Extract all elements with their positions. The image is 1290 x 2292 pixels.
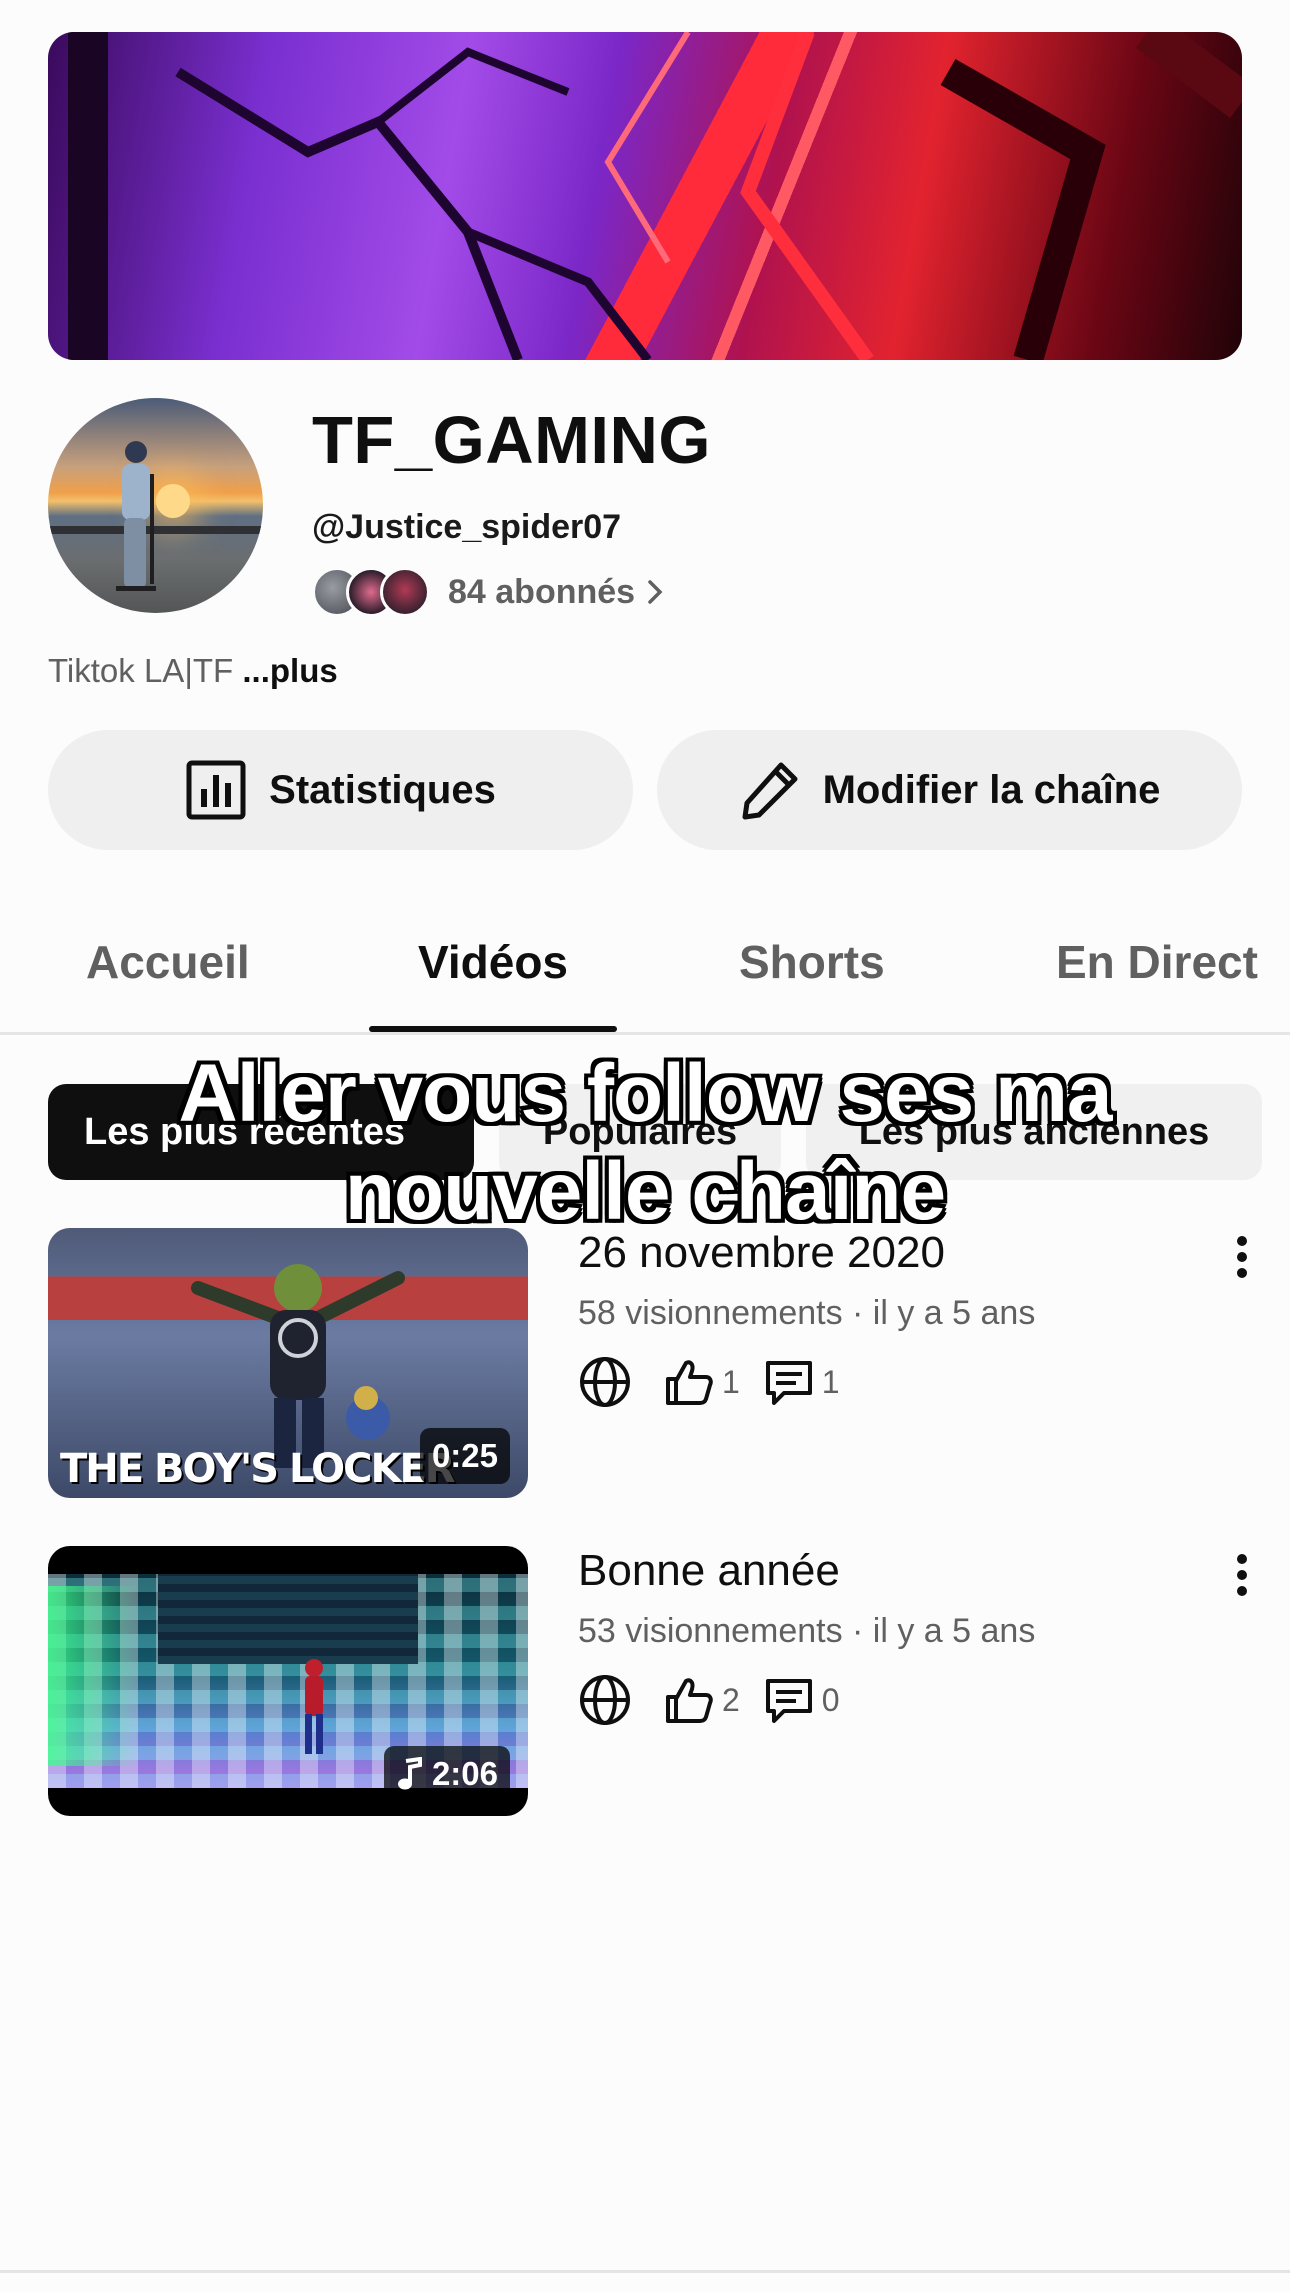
- filter-chip-oldest[interactable]: Les plus anciennes: [806, 1084, 1262, 1180]
- music-note-icon: [397, 1757, 422, 1790]
- bar-chart-icon: [186, 760, 246, 820]
- description-text: Tiktok LA|TF: [48, 652, 234, 689]
- statistics-button[interactable]: Statistiques: [48, 730, 633, 850]
- video-meta: 53 visionnements · il y a 5 ans: [578, 1612, 1036, 1650]
- comment-count: 0: [821, 1681, 840, 1718]
- active-tab-indicator: [369, 1026, 617, 1032]
- channel-description[interactable]: Tiktok LA|TF ...plus: [48, 652, 338, 690]
- comment-icon: [765, 1361, 812, 1405]
- more-link[interactable]: ...plus: [242, 652, 337, 689]
- comment-icon: [765, 1679, 812, 1723]
- pencil-icon: [742, 762, 798, 820]
- duration-text: 2:06: [431, 1755, 498, 1792]
- channel-banner: [48, 32, 1242, 360]
- globe-icon: [580, 1675, 630, 1725]
- edit-channel-label: Modifier la chaîne: [822, 767, 1161, 812]
- video-item[interactable]: THE BOY'S LOCKER ROOM 0:25 26 novembre 2…: [48, 1228, 1248, 1500]
- chevron-right-icon: [648, 580, 663, 604]
- video-title[interactable]: Bonne année: [578, 1546, 840, 1596]
- subscribers-row[interactable]: 84 abonnés: [312, 566, 665, 618]
- statistics-label: Statistiques: [269, 767, 496, 812]
- thumbs-up-icon: [666, 1360, 713, 1405]
- channel-avatar[interactable]: [48, 398, 263, 613]
- tab-home[interactable]: Accueil: [86, 935, 250, 989]
- tab-live[interactable]: En Direct: [1056, 935, 1258, 989]
- thumbs-up-icon: [666, 1678, 713, 1723]
- tab-shorts[interactable]: Shorts: [739, 935, 885, 989]
- duration-text: 0:25: [431, 1437, 498, 1474]
- filter-chip-recent[interactable]: Les plus récentes: [48, 1084, 474, 1180]
- video-thumbnail[interactable]: 2:06: [48, 1546, 528, 1816]
- subscriber-avatar: [380, 567, 430, 617]
- kebab-icon[interactable]: [1234, 1234, 1250, 1280]
- video-title[interactable]: 26 novembre 2020: [578, 1228, 945, 1278]
- filter-chip-popular[interactable]: Populaires: [499, 1084, 781, 1180]
- video-thumbnail[interactable]: THE BOY'S LOCKER ROOM 0:25: [48, 1228, 528, 1498]
- tab-videos[interactable]: Vidéos: [418, 935, 568, 989]
- globe-icon: [580, 1357, 630, 1407]
- like-count: 1: [722, 1363, 740, 1400]
- bottom-divider: [0, 2270, 1290, 2273]
- video-stats: 2 0: [578, 1670, 862, 1730]
- comment-count: 1: [821, 1363, 840, 1400]
- channel-tabs: Accueil Vidéos Shorts En Direct: [0, 895, 1290, 1035]
- video-duration: 0:25: [419, 1428, 510, 1484]
- channel-handle: @Justice_spider07: [312, 508, 622, 546]
- kebab-icon[interactable]: [1234, 1552, 1250, 1598]
- video-stats: 1 1: [578, 1352, 862, 1412]
- edit-channel-button[interactable]: Modifier la chaîne: [657, 730, 1242, 850]
- like-count: 2: [722, 1681, 740, 1718]
- video-item[interactable]: 2:06 Bonne année 53 visionnements · il y…: [48, 1546, 1248, 1818]
- subscriber-count: 84 abonnés: [448, 572, 636, 611]
- channel-name: TF_GAMING: [312, 403, 712, 478]
- video-duration: 2:06: [383, 1746, 510, 1802]
- video-meta: 58 visionnements · il y a 5 ans: [578, 1294, 1036, 1332]
